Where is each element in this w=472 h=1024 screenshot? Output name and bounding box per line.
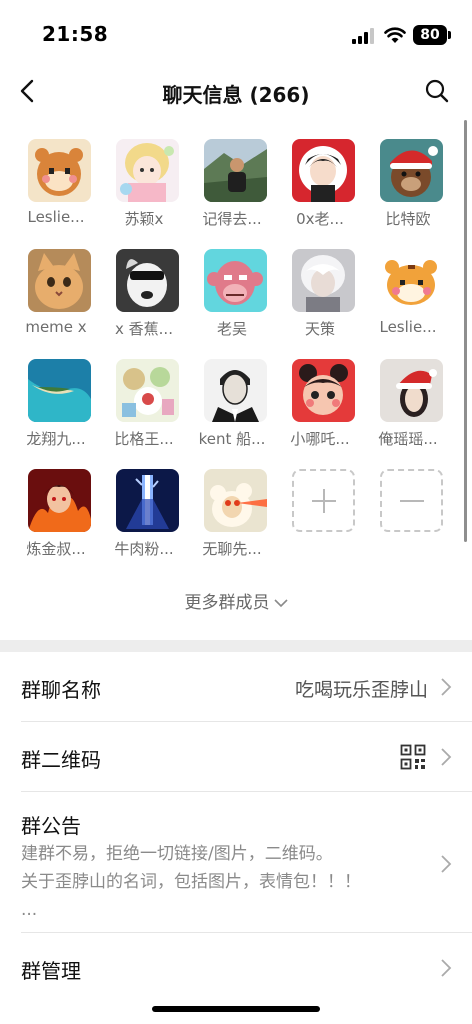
qr-code-label: 群二维码 xyxy=(21,748,101,772)
member-name: 俺瑶瑶... xyxy=(378,430,438,448)
search-icon[interactable] xyxy=(424,78,450,104)
group-manage-row[interactable]: 群管理 xyxy=(0,933,472,1003)
member-item[interactable]: kent 船... xyxy=(194,350,274,454)
qr-code-icon xyxy=(400,744,426,770)
member-item[interactable]: 俺瑶瑶... xyxy=(370,350,450,454)
member-item[interactable]: 老吴 xyxy=(194,240,274,344)
member-name: 0x老... xyxy=(296,210,344,228)
island-avatar xyxy=(28,359,91,422)
more-members-link[interactable]: 更多群成员 xyxy=(0,588,472,613)
member-item[interactable]: 比特欧 xyxy=(370,130,450,234)
notice-line: 关于歪脖山的名词，包括图片，表情包！！！ xyxy=(21,872,361,892)
member-name: x 香蕉... xyxy=(115,320,173,338)
member-item[interactable]: 天策 xyxy=(282,240,362,344)
member-name: Leslie... xyxy=(379,318,437,336)
member-item[interactable]: 记得去... xyxy=(194,130,274,234)
notice-line: 建群不易，拒绝一切链接/图片，二维码。 xyxy=(21,844,333,864)
member-name: 龙翔九... xyxy=(26,430,86,448)
blue-neon-avatar xyxy=(116,469,179,532)
sunglasses-dog-avatar xyxy=(116,249,179,312)
member-name: 比特欧 xyxy=(385,210,431,228)
member-name: meme x xyxy=(25,318,87,336)
cartoon-collage-avatar xyxy=(116,359,179,422)
member-name: 天策 xyxy=(304,320,335,338)
member-item[interactable]: 炼金叔... xyxy=(18,460,98,564)
group-notice-row[interactable]: 群公告 建群不易，拒绝一切链接/图片，二维码。 关于歪脖山的名词，包括图片，表情… xyxy=(0,792,472,932)
remove-member-button[interactable] xyxy=(370,460,450,564)
chevron-right-icon xyxy=(441,748,452,766)
member-item[interactable]: 苏颖x xyxy=(106,130,186,234)
member-item[interactable]: 龙翔九... xyxy=(18,350,98,454)
fire-anime-avatar xyxy=(28,469,91,532)
member-name: 比格王... xyxy=(114,430,174,448)
member-name: 老吴 xyxy=(216,320,247,338)
group-name-row[interactable]: 群聊名称 吃喝玩乐歪脖山 xyxy=(0,652,472,722)
add-member-box[interactable] xyxy=(292,469,355,532)
status-time: 21:58 xyxy=(42,22,109,46)
anime-girl-avatar xyxy=(116,139,179,202)
member-name: kent 船... xyxy=(198,430,266,448)
scrollbar[interactable] xyxy=(464,120,467,542)
home-indicator xyxy=(152,1006,320,1012)
member-name: 无聊先... xyxy=(202,540,262,558)
plus-icon xyxy=(312,489,336,513)
page-title: 聊天信息 (266) xyxy=(162,83,310,107)
cat-avatar xyxy=(28,249,91,312)
cellular-signal-icon xyxy=(352,28,374,44)
notice-line: ... xyxy=(21,900,38,920)
group-notice-label: 群公告 xyxy=(21,814,81,838)
pink-ape-avatar xyxy=(204,249,267,312)
chevron-down-icon xyxy=(273,599,288,608)
tiger-pixel-avatar xyxy=(380,249,443,312)
minus-icon xyxy=(400,500,424,502)
wifi-icon xyxy=(384,27,406,43)
qr-code-row[interactable]: 群二维码 xyxy=(0,722,472,792)
member-name: 炼金叔... xyxy=(26,540,86,558)
hamster-pixel-avatar xyxy=(28,139,91,202)
member-name: 牛肉粉... xyxy=(114,540,174,558)
group-name-label: 群聊名称 xyxy=(21,678,101,702)
member-item[interactable]: 0x老... xyxy=(282,130,362,234)
member-item[interactable]: 比格王... xyxy=(106,350,186,454)
man-mountain-avatar xyxy=(204,139,267,202)
suit-man-avatar xyxy=(204,359,267,422)
battery-icon: 80 xyxy=(413,25,451,45)
member-item[interactable]: Leslie... xyxy=(18,130,98,234)
santa-hat-girl-avatar xyxy=(380,359,443,422)
santa-bear-avatar xyxy=(380,139,443,202)
add-member-button[interactable] xyxy=(282,460,362,564)
member-grid: Leslie... 苏颖x 记得去... 0x老... 比特欧 meme x x… xyxy=(0,130,472,640)
member-item[interactable]: Leslie... xyxy=(370,240,450,344)
member-item[interactable]: x 香蕉... xyxy=(106,240,186,344)
group-name-value: 吃喝玩乐歪脖山 xyxy=(294,679,428,701)
member-item[interactable]: meme x xyxy=(18,240,98,344)
nav-bar: 聊天信息 (266) xyxy=(0,62,472,120)
member-name: 小哪吒... xyxy=(290,430,350,448)
member-item[interactable]: 无聊先... xyxy=(194,460,274,564)
status-bar: 21:58 80 xyxy=(0,0,472,62)
remove-member-box[interactable] xyxy=(380,469,443,532)
nezha-avatar xyxy=(292,359,355,422)
chevron-right-icon xyxy=(441,678,452,696)
member-item[interactable]: 牛肉粉... xyxy=(106,460,186,564)
more-members-label: 更多群成员 xyxy=(184,593,270,613)
chevron-right-icon xyxy=(441,855,452,873)
member-name: 苏颖x xyxy=(124,210,164,228)
member-item[interactable]: 小哪吒... xyxy=(282,350,362,454)
member-name: 记得去... xyxy=(202,210,262,228)
white-hair-avatar xyxy=(292,249,355,312)
chevron-right-icon xyxy=(441,959,452,977)
group-notice-text: 建群不易，拒绝一切链接/图片，二维码。 关于歪脖山的名词，包括图片，表情包！！！… xyxy=(21,840,411,924)
member-name: Leslie... xyxy=(27,208,85,226)
section-divider xyxy=(0,640,472,652)
laser-sheep-avatar xyxy=(204,469,267,532)
group-manage-label: 群管理 xyxy=(21,959,81,983)
anime-boy-avatar xyxy=(292,139,355,202)
